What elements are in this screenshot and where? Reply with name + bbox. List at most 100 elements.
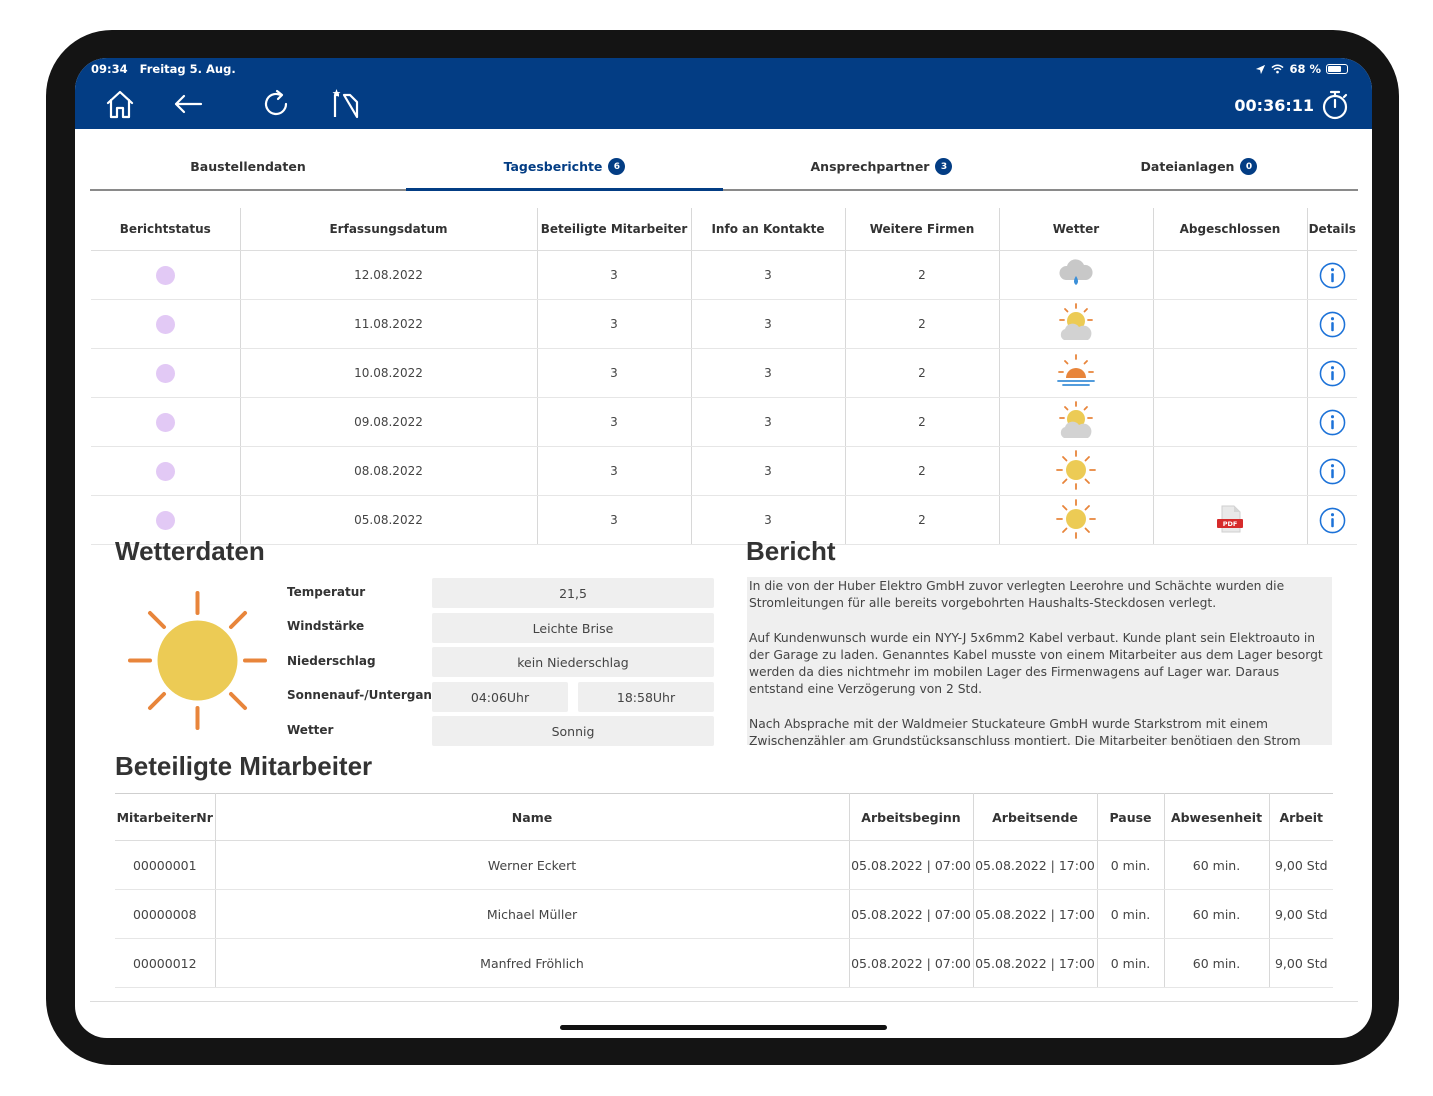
column-header: Details [1306, 208, 1357, 251]
status-indicators: 68 % [1255, 62, 1348, 76]
work-hours: 9,00 Std [1268, 889, 1333, 939]
report-weather-cell [998, 446, 1153, 496]
report-paragraph: In die von der Huber Elektro GmbH zuvor … [749, 579, 1285, 611]
info-icon[interactable] [1319, 360, 1346, 386]
workers-section-title: Beteiligte Mitarbeiter [115, 751, 373, 781]
work-pause: 0 min. [1096, 889, 1164, 939]
report-weather-cell [998, 250, 1153, 300]
report-employees: 3 [536, 299, 691, 349]
status-time: 09:34 [91, 62, 128, 76]
info-icon[interactable] [1319, 458, 1346, 484]
tab-tagesberichte[interactable]: Tagesberichte 6 [406, 144, 723, 191]
report-status-cell [91, 299, 240, 349]
work-absence: 60 min. [1163, 840, 1269, 890]
home-icon[interactable] [102, 86, 138, 122]
column-header: Abgeschlossen [1152, 208, 1307, 251]
report-closed-cell [1152, 299, 1307, 349]
report-closed-cell [1152, 446, 1307, 496]
table-row[interactable]: 11.08.2022 3 3 2 [91, 299, 1357, 349]
info-icon[interactable] [1319, 409, 1346, 435]
table-row[interactable]: 00000008 Michael Müller 05.08.2022 | 07:00… [115, 889, 1333, 939]
table-row[interactable]: 10.08.2022 3 3 2 [91, 348, 1357, 398]
report-date: 11.08.2022 [239, 299, 537, 349]
report-paragraph: Auf Kundenwunsch wurde ein NYY-J 5x6mm2 … [749, 630, 1323, 697]
worker-name: Werner Eckert [214, 840, 849, 890]
wifi-icon [1271, 64, 1285, 74]
tab-dateianlagen[interactable]: Dateianlagen 0 [1040, 144, 1358, 189]
table-row[interactable]: 05.08.2022 3 3 2 PDF [91, 495, 1357, 545]
column-header: Weitere Firmen [844, 208, 999, 251]
report-contacts: 3 [690, 397, 845, 447]
sun-weather-icon [128, 591, 267, 730]
tab-bar: Baustellendaten Tagesberichte 6 Ansprech… [90, 144, 1358, 191]
tab-label: Baustellendaten [190, 159, 306, 174]
new-document-icon[interactable] [327, 86, 363, 122]
info-icon[interactable] [1319, 311, 1346, 337]
report-status-cell [91, 348, 240, 398]
status-dot [155, 265, 175, 285]
status-date: Freitag 5. Aug. [139, 62, 236, 76]
tab-baustellendaten[interactable]: Baustellendaten [90, 144, 406, 189]
tab-label: Tagesberichte [503, 159, 603, 174]
worker-number: 00000008 [115, 889, 215, 939]
info-icon[interactable] [1319, 507, 1346, 533]
pdf-icon[interactable]: PDF [1215, 504, 1245, 537]
report-date: 12.08.2022 [239, 250, 537, 300]
session-timer: 00:36:11 [1234, 96, 1314, 115]
info-icon[interactable] [1319, 262, 1346, 288]
report-contacts: 3 [690, 446, 845, 496]
column-header: Info an Kontakte [690, 208, 845, 251]
report-firms: 2 [844, 397, 999, 447]
report-text[interactable]: In die von der Huber Elektro GmbH zuvor … [747, 577, 1332, 745]
report-status-cell [91, 446, 240, 496]
table-row[interactable]: 12.08.2022 3 3 2 [91, 250, 1357, 300]
report-employees: 3 [536, 348, 691, 398]
column-header: Abwesenheit [1163, 793, 1269, 841]
report-firms: 2 [844, 250, 999, 300]
status-dot [155, 461, 175, 481]
label-precipitation: Niederschlag [287, 654, 376, 668]
table-row[interactable]: 00000012 Manfred Fröhlich 05.08.2022 | 07:… [115, 938, 1333, 988]
column-header: Arbeitsende [972, 793, 1097, 841]
report-weather-cell [998, 495, 1153, 545]
report-firms: 2 [844, 446, 999, 496]
report-details-cell [1306, 495, 1357, 545]
work-absence: 60 min. [1163, 889, 1269, 939]
tab-label: Ansprechpartner [810, 159, 930, 174]
report-contacts: 3 [690, 250, 845, 300]
table-row[interactable]: 09.08.2022 3 3 2 [91, 397, 1357, 447]
refresh-icon[interactable] [258, 86, 294, 122]
status-dot [155, 510, 175, 530]
work-pause: 0 min. [1096, 840, 1164, 890]
report-details-cell [1306, 397, 1357, 447]
column-header: MitarbeiterNr [115, 793, 215, 841]
work-end: 05.08.2022 | 17:00 [972, 889, 1097, 939]
stopwatch-icon[interactable] [1319, 88, 1351, 122]
weather-section-title: Wetterdaten [115, 536, 265, 566]
work-hours: 9,00 Std [1268, 840, 1333, 890]
label-sunrise-sunset: Sonnenauf-/Untergang [287, 688, 441, 702]
report-details-cell [1306, 299, 1357, 349]
home-indicator[interactable] [560, 1025, 887, 1030]
table-header-row: MitarbeiterNr Name Arbeitsbeginn Arbeits… [115, 793, 1333, 841]
column-header: Erfassungsdatum [239, 208, 537, 251]
value-sunset: 18:58Uhr [578, 682, 714, 712]
app-screen: 09:34 Freitag 5. Aug. 68 % 00:36:11 Baus… [75, 58, 1372, 1038]
partly-cloudy-icon [1056, 400, 1096, 445]
report-closed-cell [1152, 250, 1307, 300]
label-temperature: Temperatur [287, 585, 366, 599]
battery-icon [1326, 64, 1348, 74]
report-status-cell [91, 397, 240, 447]
value-sunrise: 04:06Uhr [432, 682, 568, 712]
back-arrow-icon[interactable] [170, 86, 206, 122]
tab-count-badge: 6 [608, 158, 626, 175]
report-contacts: 3 [690, 348, 845, 398]
table-row[interactable]: 00000001 Werner Eckert 05.08.2022 | 07:00 0… [115, 840, 1333, 890]
column-header: Wetter [998, 208, 1153, 251]
rain-cloud-icon [1056, 254, 1096, 297]
report-status-cell [91, 250, 240, 300]
work-pause: 0 min. [1096, 938, 1164, 988]
column-header: Pause [1096, 793, 1164, 841]
table-row[interactable]: 08.08.2022 3 3 2 [91, 446, 1357, 496]
tab-ansprechpartner[interactable]: Ansprechpartner 3 [723, 144, 1040, 189]
